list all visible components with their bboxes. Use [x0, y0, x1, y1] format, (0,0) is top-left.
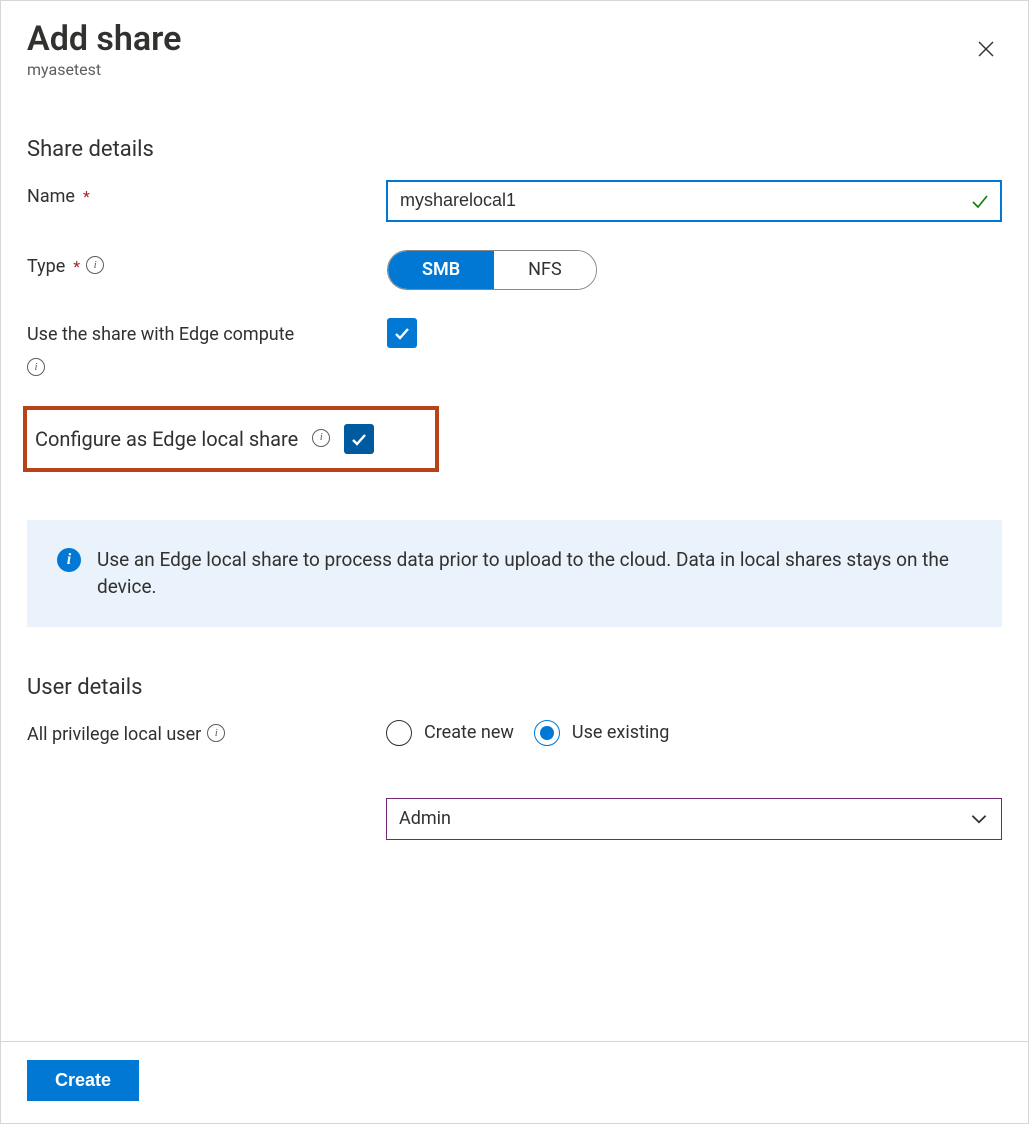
name-label-col: Name *: [27, 180, 386, 207]
edge-local-label: Configure as Edge local share: [35, 427, 298, 451]
edge-local-checkbox[interactable]: [344, 424, 374, 454]
info-icon[interactable]: i: [312, 429, 330, 447]
radio-create-new[interactable]: Create new: [386, 720, 514, 746]
type-option-nfs[interactable]: NFS: [494, 251, 595, 289]
name-label: Name: [27, 186, 75, 207]
panel-footer: Create: [1, 1041, 1028, 1123]
row-name: Name *: [27, 180, 1002, 222]
info-banner-icon: i: [57, 548, 81, 572]
info-icon[interactable]: i: [86, 256, 104, 274]
row-type: Type * i SMB NFS: [27, 250, 1002, 290]
user-details-heading: User details: [27, 675, 1002, 700]
type-control: SMB NFS: [387, 250, 1002, 290]
name-input[interactable]: [386, 180, 1002, 222]
radio-circle-icon: [534, 720, 560, 746]
row-edge-local: Configure as Edge local share i: [35, 424, 427, 454]
chevron-down-icon: [968, 808, 990, 830]
type-label: Type: [27, 256, 65, 277]
row-edge-compute: Use the share with Edge compute i: [27, 318, 1002, 378]
panel-body: Add share myasetest Share details Name *…: [1, 1, 1028, 1041]
row-local-user: All privilege local user i Create new Us…: [27, 718, 1002, 840]
radio-use-existing[interactable]: Use existing: [534, 720, 669, 746]
check-icon: [392, 323, 412, 343]
required-marker: *: [83, 187, 90, 206]
close-icon: [976, 39, 996, 59]
local-user-select[interactable]: Admin: [386, 798, 1002, 840]
check-icon: [349, 429, 369, 449]
edge-compute-label: Use the share with Edge compute: [27, 324, 294, 345]
edge-compute-checkbox[interactable]: [387, 318, 417, 348]
valid-check-icon: [970, 191, 990, 211]
create-button[interactable]: Create: [27, 1060, 139, 1101]
local-user-label: All privilege local user: [27, 724, 201, 745]
share-details-heading: Share details: [27, 137, 1002, 162]
page-subtitle: myasetest: [27, 60, 181, 79]
add-share-panel: Add share myasetest Share details Name *…: [0, 0, 1029, 1124]
info-icon[interactable]: i: [27, 358, 45, 376]
local-user-select-wrap: Admin: [386, 798, 1002, 840]
page-title: Add share: [27, 19, 181, 60]
radio-create-new-label: Create new: [424, 722, 514, 743]
radio-circle-icon: [386, 720, 412, 746]
type-segmented: SMB NFS: [387, 250, 597, 290]
local-user-control: Create new Use existing Admin: [386, 718, 1002, 840]
local-user-label-col: All privilege local user i: [27, 718, 386, 745]
edge-compute-control: [387, 318, 1002, 348]
local-user-select-value: Admin: [399, 808, 451, 829]
type-label-col: Type * i: [27, 250, 387, 277]
info-icon[interactable]: i: [207, 724, 225, 742]
close-button[interactable]: [966, 29, 1006, 69]
info-banner-text: Use an Edge local share to process data …: [97, 546, 972, 601]
radio-use-existing-label: Use existing: [572, 722, 669, 743]
info-banner: i Use an Edge local share to process dat…: [27, 520, 1002, 627]
panel-header: Add share myasetest: [27, 19, 1002, 79]
required-marker: *: [73, 257, 80, 276]
local-user-radio-group: Create new Use existing: [386, 718, 1002, 746]
row-edge-local-highlight: Configure as Edge local share i: [23, 406, 439, 472]
type-option-smb[interactable]: SMB: [388, 251, 494, 289]
title-block: Add share myasetest: [27, 19, 181, 79]
edge-compute-label-col: Use the share with Edge compute i: [27, 318, 387, 378]
name-control: [386, 180, 1002, 222]
